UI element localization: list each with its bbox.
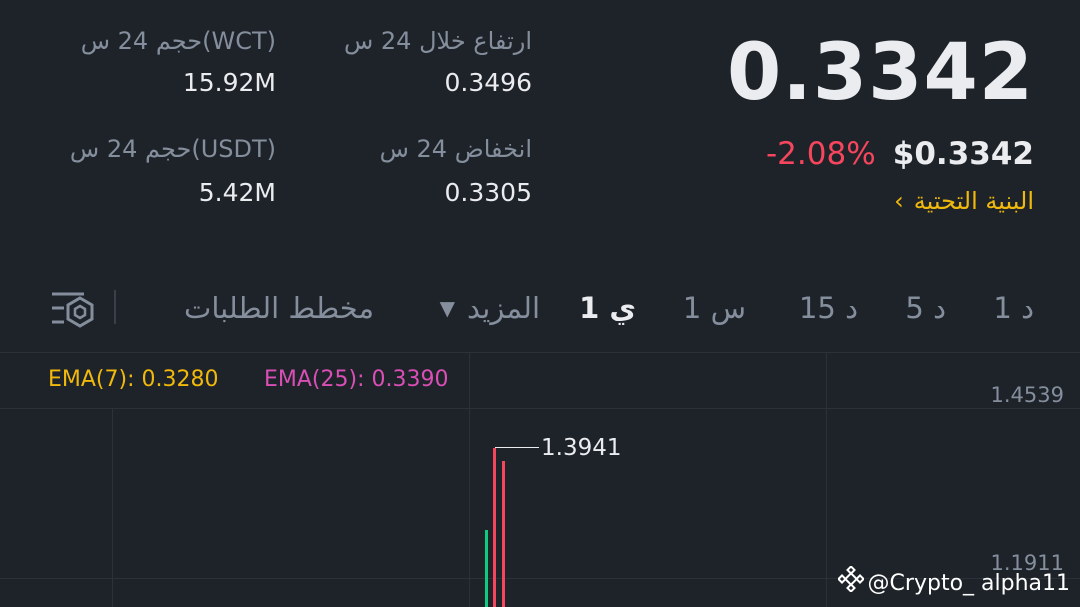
candle-up — [485, 530, 488, 607]
last-price: 0.3342 — [727, 28, 1034, 118]
tab-divider — [114, 290, 116, 324]
volume-quote-label: حجم 24 س(USDT) — [69, 135, 276, 163]
tab-15m[interactable]: 15 د — [799, 288, 858, 328]
candle-down — [493, 448, 496, 607]
watermark-handle: @Crypto_ alpha11 — [867, 570, 1070, 596]
high-marker-line — [495, 447, 539, 448]
tab-1d[interactable]: 1 ي — [579, 288, 636, 328]
binance-logo-icon — [836, 565, 865, 601]
grid-line — [469, 352, 470, 607]
low-24h-label: انخفاض 24 س — [379, 135, 532, 163]
volume-base-label: حجم 24 س(WCT) — [80, 27, 276, 55]
volume-base-value: 15.92M — [182, 68, 276, 97]
tab-1m[interactable]: 1 د — [993, 288, 1034, 328]
chevron-left-icon: ‹ — [894, 187, 904, 215]
more-dropdown[interactable]: ▼ المزيد — [440, 288, 540, 328]
tab-order-book-chart[interactable]: مخطط الطلبات — [184, 288, 374, 328]
ema25-indicator: EMA(25): 0.3390 — [264, 367, 449, 392]
usd-price: $0.3342 — [892, 136, 1034, 172]
caret-down-icon: ▼ — [439, 296, 456, 320]
high-marker-label: 1.3941 — [541, 435, 622, 461]
price-axis-label-top: 1.4539 — [990, 383, 1064, 407]
ema7-indicator: EMA(7): 0.3280 — [48, 367, 219, 392]
grid-line — [112, 408, 113, 607]
watermark: @Crypto_ alpha11 — [836, 565, 1070, 601]
chart-top-border — [0, 352, 1080, 353]
chart-settings-icon[interactable] — [50, 288, 96, 328]
tab-1h[interactable]: 1 س — [683, 288, 746, 328]
price-change-percent: -2.08% — [766, 136, 876, 172]
candle-down — [502, 461, 505, 607]
high-24h-label: ارتفاع خلال 24 س — [343, 27, 532, 55]
low-24h-value: 0.3305 — [444, 178, 532, 207]
grid-line — [0, 408, 1080, 409]
volume-quote-value: 5.42M — [198, 178, 276, 207]
more-label: المزيد — [467, 291, 540, 325]
category-tag[interactable]: ‹ البنية التحتية — [894, 186, 1034, 216]
high-24h-value: 0.3496 — [444, 68, 532, 97]
tab-5m[interactable]: 5 د — [905, 288, 946, 328]
category-label: البنية التحتية — [913, 187, 1034, 215]
grid-line — [826, 352, 827, 607]
